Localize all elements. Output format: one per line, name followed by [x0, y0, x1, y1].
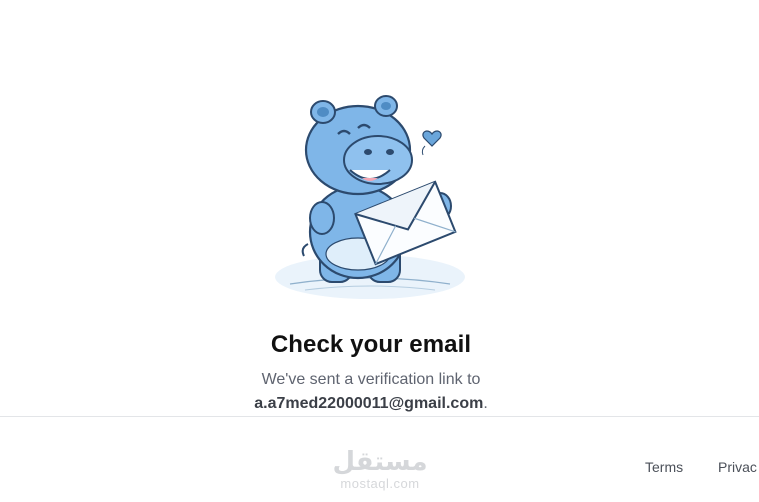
terms-link[interactable]: Terms [645, 459, 683, 475]
watermark-latin-text: mostaql.com [340, 476, 420, 491]
page-title: Check your email [270, 331, 472, 358]
page: Check your email We've sent a verificati… [0, 0, 759, 502]
verification-email-line: a.a7med22000011@gmail.com. [0, 395, 742, 413]
hippo-icon [275, 95, 465, 299]
verification-message-text: We've sent a verification link to [261, 371, 481, 388]
hippo-envelope-illustration [250, 72, 490, 312]
privacy-link[interactable]: Privac [718, 459, 757, 475]
email-period: . [483, 395, 488, 412]
email-address: a.a7med22000011@gmail.com [254, 395, 484, 412]
footer-divider [0, 416, 759, 417]
watermark-logo: مستقل mostaql.com [325, 447, 435, 495]
watermark-arabic-text: مستقل [332, 447, 428, 477]
verification-message: We've sent a verification link to [0, 371, 742, 389]
